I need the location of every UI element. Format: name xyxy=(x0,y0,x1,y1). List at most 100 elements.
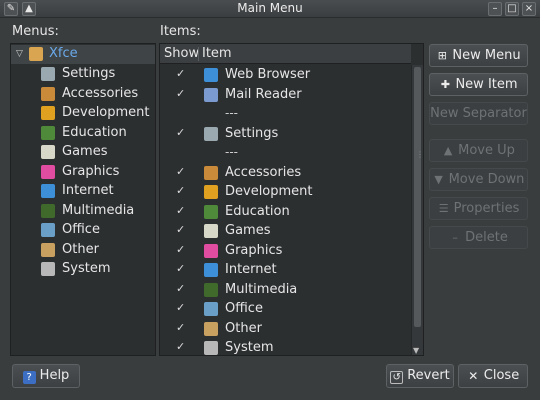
office-icon xyxy=(204,302,218,316)
close-window-icon[interactable]: × xyxy=(522,2,536,16)
item-row[interactable]: ✓ Games xyxy=(160,222,411,241)
items-scrollbar[interactable]: ▼ xyxy=(411,65,423,355)
properties-label: Properties xyxy=(453,201,520,216)
show-checkbox[interactable]: ✓ xyxy=(176,165,185,178)
column-show[interactable]: Show xyxy=(164,46,199,61)
item-row[interactable]: ✓ Settings xyxy=(160,125,411,144)
properties-button[interactable]: ☰ Properties xyxy=(429,197,528,220)
delete-label: Delete xyxy=(465,230,508,245)
item-row[interactable]: --- xyxy=(160,144,411,163)
separator-label: --- xyxy=(225,145,238,159)
menu-tree-item-games[interactable]: Games xyxy=(11,143,155,162)
settings-icon xyxy=(204,126,218,141)
revert-button[interactable]: ↺ Revert xyxy=(386,364,454,388)
show-checkbox[interactable]: ✓ xyxy=(176,223,185,236)
minimize-icon[interactable]: – xyxy=(488,2,502,16)
office-icon xyxy=(41,223,55,237)
menu-tree-item-label: Office xyxy=(62,222,100,237)
menu-tree-item-other[interactable]: Other xyxy=(11,241,155,260)
item-label: Games xyxy=(225,223,271,238)
item-row[interactable]: ✓ Internet xyxy=(160,261,411,280)
column-separator xyxy=(198,47,199,61)
scrollbar-thumb[interactable] xyxy=(414,67,421,327)
window-title: Main Menu xyxy=(237,1,303,15)
menu-tree-item-internet[interactable]: Internet xyxy=(11,182,155,201)
close-icon: ✕ xyxy=(468,369,479,383)
item-row[interactable]: ✓ Web Browser xyxy=(160,66,411,85)
menu-tree-item-label: Accessories xyxy=(62,85,139,101)
close-label: Close xyxy=(483,368,520,383)
mail-reader-icon xyxy=(204,87,218,102)
accessories-icon xyxy=(204,165,218,180)
other-icon xyxy=(204,321,218,336)
properties-icon: ☰ xyxy=(438,202,449,215)
show-checkbox[interactable]: ✓ xyxy=(176,184,185,197)
help-button[interactable]: ? Help xyxy=(12,364,80,388)
show-checkbox[interactable]: ✓ xyxy=(176,243,185,256)
education-icon xyxy=(204,204,218,219)
item-row[interactable]: ✓ Other xyxy=(160,320,411,339)
education-icon xyxy=(41,125,55,140)
accessories-icon xyxy=(41,86,55,101)
show-checkbox[interactable]: ✓ xyxy=(176,204,185,217)
menus-tree[interactable]: ▽ Xfce Settings Accessories Development Edu… xyxy=(10,43,156,356)
item-row[interactable]: ✓ System xyxy=(160,339,411,358)
item-row[interactable]: ✓ Development xyxy=(160,183,411,202)
new-item-button[interactable]: ✚ New Item xyxy=(429,73,528,96)
multimedia-icon xyxy=(204,282,218,297)
item-row[interactable]: ✓ Accessories xyxy=(160,164,411,183)
menu-tree-item-label: Education xyxy=(62,124,127,140)
item-label: Education xyxy=(225,203,290,219)
move-up-button[interactable]: ▲ Move Up xyxy=(429,139,528,162)
menu-tree-item-graphics[interactable]: Graphics xyxy=(11,163,155,182)
menu-tree-item-system[interactable]: System xyxy=(11,260,155,279)
show-checkbox[interactable]: ✓ xyxy=(176,67,185,80)
close-button[interactable]: ✕ Close xyxy=(458,364,528,388)
menu-tree-item-education[interactable]: Education xyxy=(11,124,155,143)
games-icon xyxy=(204,224,218,238)
delete-button[interactable]: – Delete xyxy=(429,226,528,249)
menu-tree-item-accessories[interactable]: Accessories xyxy=(11,85,155,104)
show-checkbox[interactable]: ✓ xyxy=(176,340,185,353)
arrow-down-icon: ▼ xyxy=(434,173,443,186)
menu-tree-root[interactable]: ▽ Xfce xyxy=(11,45,155,64)
new-menu-button[interactable]: ⊞ New Menu xyxy=(429,44,528,67)
item-row[interactable]: --- xyxy=(160,105,411,124)
show-checkbox[interactable]: ✓ xyxy=(176,282,185,295)
move-down-label: Move Down xyxy=(448,172,525,187)
show-checkbox[interactable]: ✓ xyxy=(176,87,185,100)
menu-tree-item-label: Multimedia xyxy=(62,202,135,218)
item-row[interactable]: ✓ Graphics xyxy=(160,242,411,261)
new-separator-button[interactable]: New Separator xyxy=(429,102,528,125)
item-row[interactable]: ✓ Mail Reader xyxy=(160,86,411,105)
revert-label: Revert xyxy=(407,368,450,383)
games-icon xyxy=(41,145,55,159)
maximize-icon[interactable]: □ xyxy=(505,2,519,16)
help-label: Help xyxy=(39,368,70,383)
development-icon xyxy=(204,185,218,199)
scroll-down-icon[interactable]: ▼ xyxy=(413,346,419,355)
show-checkbox[interactable]: ✓ xyxy=(176,321,185,334)
title-bar: ✎ ▲ Main Menu – □ × xyxy=(0,0,540,18)
items-table[interactable]: Show Item ✓ Web Browser ✓ Mail Reader --- ✓ Se… xyxy=(159,43,424,356)
item-row[interactable]: ✓ Multimedia xyxy=(160,281,411,300)
show-checkbox[interactable]: ✓ xyxy=(176,126,185,139)
expander-icon[interactable]: ▽ xyxy=(16,49,23,59)
menu-tree-item-development[interactable]: Development xyxy=(11,104,155,123)
menu-tree-item-settings[interactable]: Settings xyxy=(11,65,155,84)
column-item[interactable]: Item xyxy=(202,46,232,61)
menu-tree-item-label: System xyxy=(62,261,111,276)
show-checkbox[interactable]: ✓ xyxy=(176,262,185,275)
item-label: Development xyxy=(225,184,313,199)
menu-tree-item-multimedia[interactable]: Multimedia xyxy=(11,202,155,221)
menu-tree-item-label: Other xyxy=(62,241,99,257)
item-row[interactable]: ✓ Office xyxy=(160,300,411,319)
menu-tree-item-office[interactable]: Office xyxy=(11,221,155,240)
new-item-label: New Item xyxy=(455,77,518,92)
item-row[interactable]: ✓ Education xyxy=(160,203,411,222)
pane-grip[interactable]: ⋮ xyxy=(416,150,424,164)
item-label: Graphics xyxy=(225,242,283,258)
new-menu-icon: ⊞ xyxy=(437,49,448,62)
show-checkbox[interactable]: ✓ xyxy=(176,301,185,314)
move-down-button[interactable]: ▼ Move Down xyxy=(429,168,528,191)
